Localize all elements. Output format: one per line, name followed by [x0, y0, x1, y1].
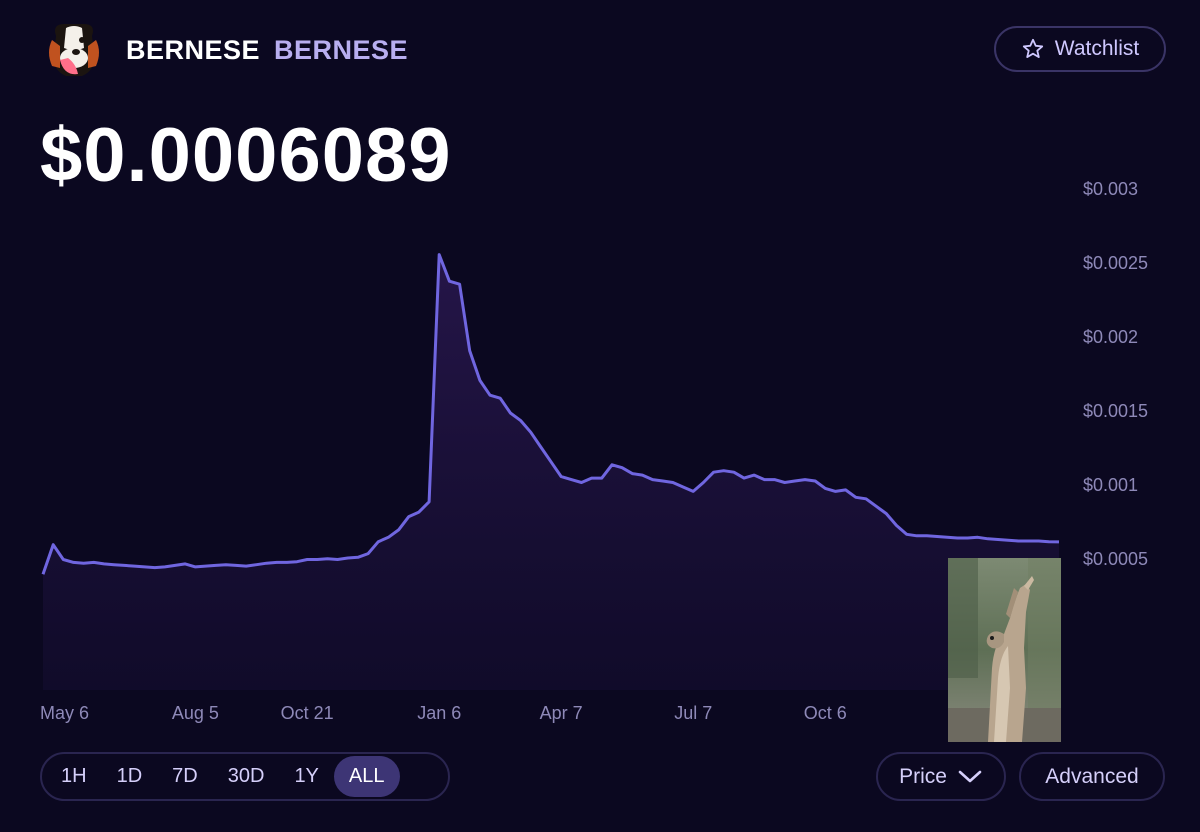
x-tick-label: Apr 7 [540, 703, 583, 723]
x-tick-label: Jan 6 [417, 703, 461, 723]
y-tick-label: $0.0005 [1083, 549, 1148, 569]
x-tick-label: Oct 21 [281, 703, 334, 723]
range-button-1h[interactable]: 1H [46, 756, 102, 797]
x-tick-label: Oct 6 [804, 703, 847, 723]
price-area-fill [43, 254, 1059, 690]
y-tick-label: $0.0015 [1083, 401, 1148, 421]
range-button-1d[interactable]: 1D [102, 756, 158, 797]
squirrel-photo [948, 558, 1061, 742]
y-tick-label: $0.003 [1083, 179, 1138, 199]
chevron-down-icon [958, 770, 982, 782]
x-tick-label: May 6 [40, 703, 89, 723]
advanced-button[interactable]: Advanced [1019, 752, 1165, 801]
range-button-all[interactable]: ALL [333, 756, 400, 797]
range-button-7d[interactable]: 7D [157, 756, 213, 797]
y-tick-label: $0.002 [1083, 327, 1138, 347]
advanced-label: Advanced [1045, 764, 1139, 788]
metric-label: Price [899, 764, 947, 788]
range-button-30d[interactable]: 30D [213, 756, 280, 797]
metric-dropdown[interactable]: Price [876, 752, 1006, 801]
time-range-selector: 1H 1D 7D 30D 1Y ALL [40, 752, 450, 801]
y-tick-label: $0.001 [1083, 475, 1138, 495]
y-tick-label: $0.0025 [1083, 253, 1148, 273]
x-tick-label: Aug 5 [172, 703, 219, 723]
x-tick-label: Jul 7 [674, 703, 712, 723]
range-button-1y[interactable]: 1Y [279, 756, 333, 797]
